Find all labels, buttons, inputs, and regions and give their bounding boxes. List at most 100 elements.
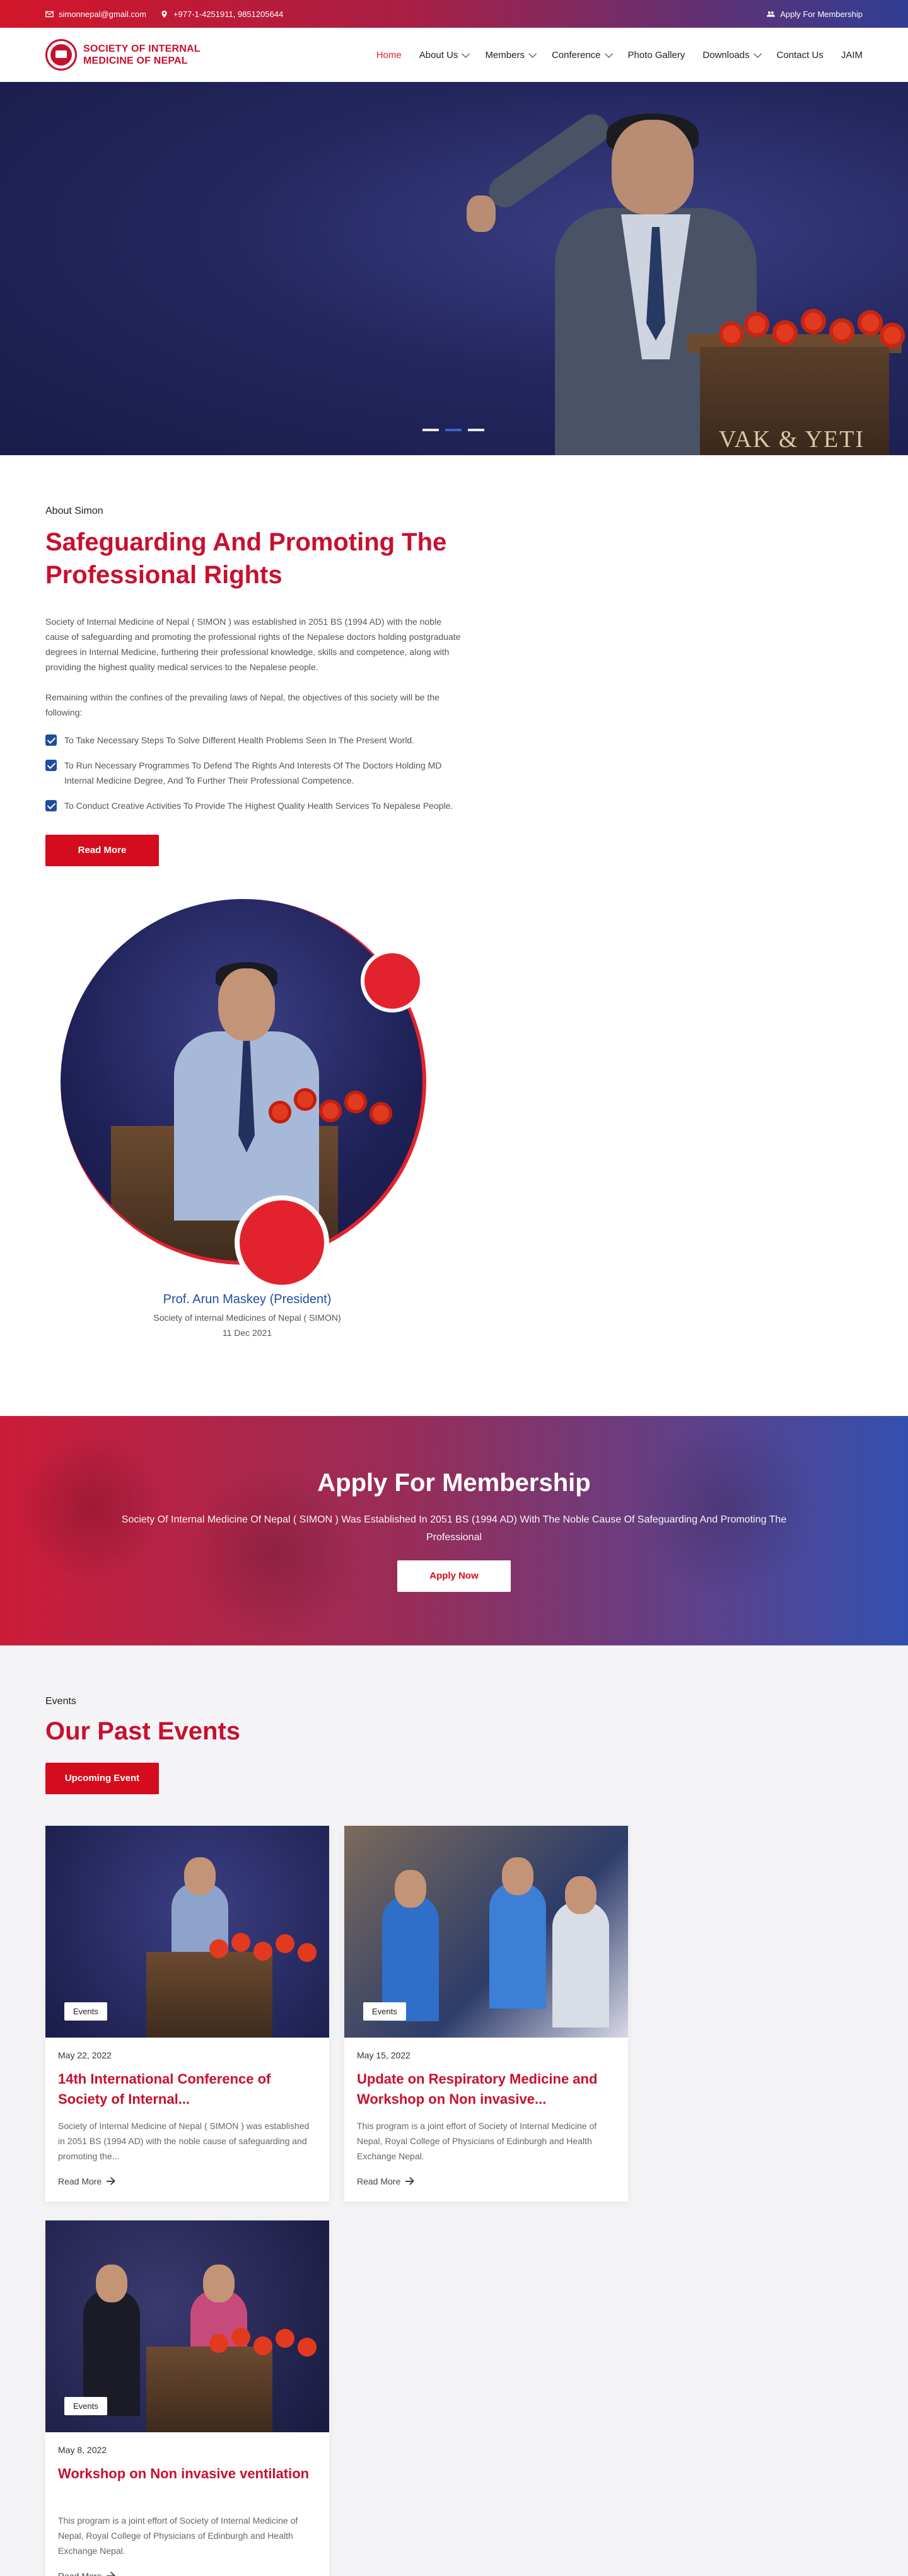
nav-home-label: Home [376, 49, 402, 61]
logo-text: SOCIETY OF INTERNAL MEDICINE OF NEPAL [83, 44, 201, 66]
objective-item: To Take Necessary Steps To Solve Differe… [45, 733, 462, 748]
event-title[interactable]: 14th International Conference of Society… [58, 2069, 317, 2109]
nav-conference[interactable]: Conference [551, 49, 613, 61]
apply-now-button[interactable]: Apply Now [397, 1560, 511, 1592]
nav-about-us[interactable]: About Us [419, 49, 470, 61]
logo-emblem-icon [45, 39, 77, 71]
checkbox-icon [45, 734, 57, 746]
decorative-circle [235, 1195, 329, 1290]
nav-contact-us-label: Contact Us [776, 49, 824, 61]
objective-text: To Run Necessary Programmes To Defend Th… [64, 760, 442, 786]
phone-text: +977-1-4251911, 9851205644 [173, 9, 284, 19]
about-paragraph-1: Society of Internal Medicine of Nepal ( … [45, 617, 461, 672]
nav-conference-label: Conference [551, 49, 601, 61]
slider-dot[interactable] [468, 429, 484, 431]
email-link[interactable]: simonnepal@gmail.com [45, 9, 146, 19]
nav-photo-gallery-label: Photo Gallery [627, 49, 685, 61]
president-block: Prof. Arun Maskey (President) Society of… [45, 899, 487, 1353]
about-section: About Simon Safeguarding And Promoting T… [0, 455, 908, 1353]
membership-banner: Apply For Membership Society Of Internal… [0, 1416, 908, 1645]
event-read-more-link[interactable]: Read More [58, 2571, 317, 2576]
about-paragraph-2: Remaining within the confines of the pre… [45, 692, 439, 717]
event-description: This program is a joint effort of Societ… [58, 2515, 298, 2556]
event-card[interactable]: Events May 22, 2022 14th International C… [45, 1826, 329, 2202]
event-read-more-link[interactable]: Read More [58, 2176, 317, 2186]
event-image[interactable]: Events [45, 1826, 329, 2038]
decorative-circle [361, 949, 424, 1012]
membership-title: Apply For Membership [317, 1469, 591, 1497]
president-photo [61, 899, 426, 1265]
apply-membership-label: Apply For Membership [780, 9, 863, 19]
event-title[interactable]: Workshop on Non invasive ventilation [58, 2464, 317, 2504]
events-section: Events Our Past Events Upcoming Event Ev… [0, 1645, 908, 2576]
nav-members-label: Members [485, 49, 525, 61]
chevron-down-icon [753, 49, 762, 58]
nav-photo-gallery[interactable]: Photo Gallery [628, 50, 685, 61]
upcoming-event-button[interactable]: Upcoming Event [45, 1763, 159, 1794]
hero-speaker-arm [482, 108, 615, 214]
event-card[interactable]: Events May 8, 2022 Workshop on Non invas… [45, 2220, 329, 2576]
event-description: Society of Internal Medicine of Nepal ( … [58, 2121, 310, 2161]
event-date: May 22, 2022 [58, 2050, 112, 2060]
event-date: May 8, 2022 [58, 2445, 107, 2455]
event-category-badge: Events [64, 2397, 107, 2415]
events-title: Our Past Events [45, 1717, 241, 1745]
objective-item: To Run Necessary Programmes To Defend Th… [45, 758, 462, 788]
mail-icon [45, 11, 54, 17]
nav-jaim[interactable]: JAIM [841, 50, 863, 61]
nav-contact-us[interactable]: Contact Us [777, 50, 824, 61]
slider-dot-active[interactable] [445, 429, 462, 431]
location-pin-icon [161, 10, 167, 18]
hero-flowers [719, 309, 908, 353]
apply-membership-link[interactable]: Apply For Membership [767, 9, 863, 19]
arrow-right-icon [107, 2181, 115, 2182]
read-more-label: Read More [357, 2176, 401, 2186]
hero-speaker-head [612, 120, 694, 214]
president-organization: Society of internal Medicines of Nepal (… [153, 1313, 341, 1323]
slider-dot[interactable] [422, 429, 439, 431]
event-date: May 15, 2022 [357, 2050, 410, 2060]
hero-speaker-hand [467, 195, 496, 232]
chevron-down-icon [528, 49, 537, 58]
slider-dots [422, 429, 484, 431]
president-date: 11 Dec 2021 [222, 1328, 272, 1338]
objective-text: To Conduct Creative Activities To Provid… [64, 801, 453, 811]
chevron-down-icon [462, 49, 470, 58]
hero-slider: VAK & YETI [0, 82, 908, 455]
event-description: This program is a joint effort of Societ… [357, 2121, 597, 2161]
president-name: Prof. Arun Maskey (President) [163, 1292, 332, 1306]
checkbox-icon [45, 800, 57, 811]
event-title[interactable]: Update on Respiratory Medicine and Works… [357, 2069, 615, 2109]
event-category-badge: Events [363, 2002, 406, 2021]
top-bar: simonnepal@gmail.com +977-1-4251911, 985… [0, 0, 908, 28]
nav-downloads-label: Downloads [702, 49, 750, 61]
phone-link[interactable]: +977-1-4251911, 9851205644 [160, 9, 283, 19]
chevron-down-icon [604, 49, 613, 58]
email-text: simonnepal@gmail.com [59, 9, 146, 19]
event-image[interactable]: Events [344, 1826, 628, 2038]
nav-members[interactable]: Members [485, 49, 537, 61]
event-read-more-link[interactable]: Read More [357, 2176, 615, 2186]
checkbox-icon [45, 760, 57, 771]
about-read-more-button[interactable]: Read More [45, 835, 159, 866]
about-eyebrow: About Simon [45, 506, 103, 516]
nav-downloads[interactable]: Downloads [702, 49, 762, 61]
read-more-label: Read More [58, 2176, 102, 2186]
site-header: SOCIETY OF INTERNAL MEDICINE OF NEPAL Ho… [0, 28, 908, 82]
site-logo[interactable]: SOCIETY OF INTERNAL MEDICINE OF NEPAL [45, 39, 203, 71]
event-image[interactable]: Events [45, 2220, 329, 2432]
nav-home[interactable]: Home [376, 50, 402, 61]
main-nav: Home About Us Members Conference Photo G… [376, 50, 863, 61]
nav-jaim-label: JAIM [841, 49, 863, 61]
objective-item: To Conduct Creative Activities To Provid… [45, 798, 462, 813]
users-icon [767, 11, 776, 17]
read-more-label: Read More [58, 2571, 102, 2576]
membership-text: Society Of Internal Medicine Of Nepal ( … [121, 1514, 787, 1543]
event-card[interactable]: Events May 15, 2022 Update on Respirator… [344, 1826, 628, 2202]
events-grid: Events May 22, 2022 14th International C… [45, 1826, 863, 2576]
hero-podium-label: VAK & YETI [719, 426, 865, 453]
about-title: Safeguarding And Promoting The Professio… [45, 528, 447, 589]
nav-about-us-label: About Us [419, 49, 458, 61]
event-category-badge: Events [64, 2002, 107, 2021]
arrow-right-icon [405, 2181, 414, 2182]
